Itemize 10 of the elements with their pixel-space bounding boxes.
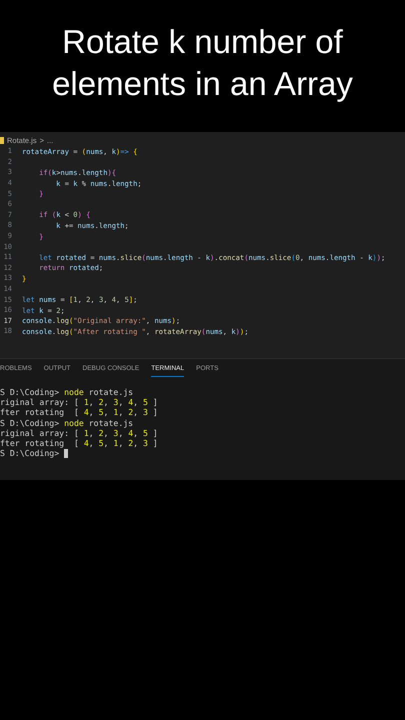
terminal-line: fter rotating [ 4, 5, 1, 2, 3 ] xyxy=(0,407,158,418)
terminal-line: fter rotating [ 4, 5, 1, 2, 3 ] xyxy=(0,438,158,448)
terminal-line: S D:\Coding> xyxy=(0,448,60,458)
file-icon xyxy=(0,136,4,144)
terminal-line: S D:\Coding> node rotate.js xyxy=(0,418,134,428)
terminal-line: S D:\Coding> node rotate.js xyxy=(0,387,134,398)
terminal-line: riginal array: [ 1, 2, 3, 4, 5 ] xyxy=(0,397,158,408)
video-title: Rotate k number of elements in an Array xyxy=(51,22,354,104)
terminal-line: riginal array: [ 1, 2, 3, 4, 5 ] xyxy=(0,428,158,438)
text-cursor xyxy=(64,448,68,458)
